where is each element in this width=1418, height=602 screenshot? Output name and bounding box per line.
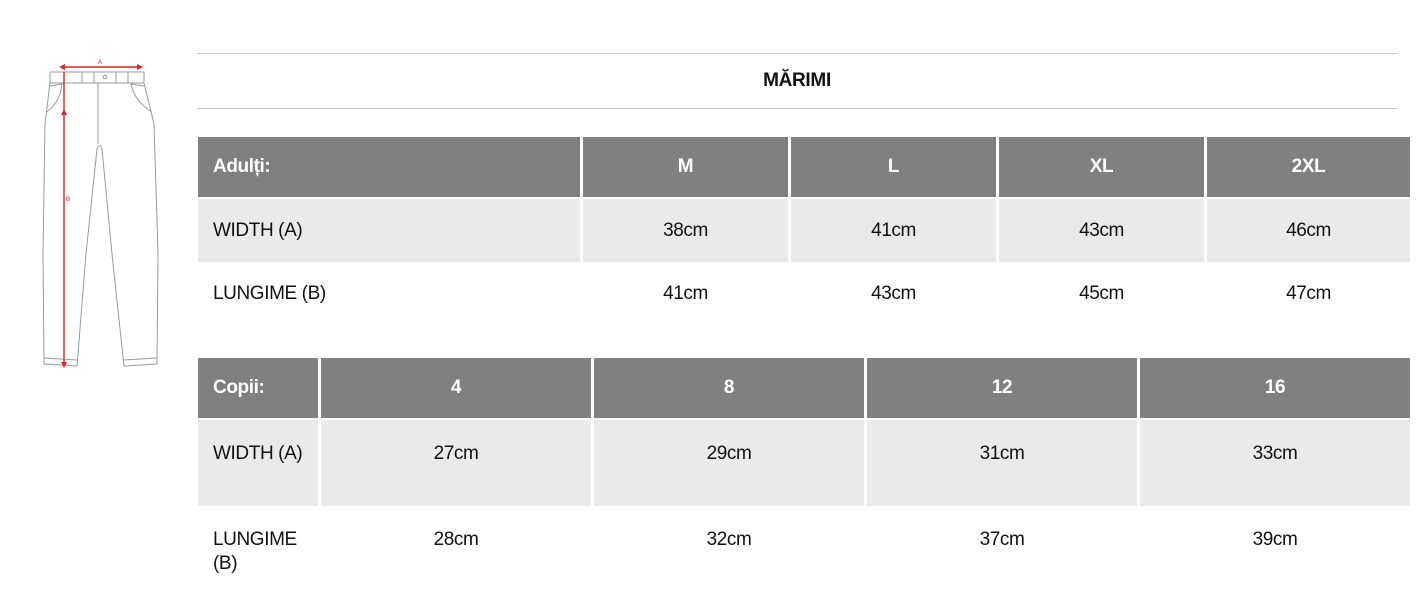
children-header-label: Copii: <box>198 358 318 420</box>
table-cell: 28cm <box>433 529 479 550</box>
table-cell: 43cm <box>999 199 1204 262</box>
table-cell: 37cm <box>979 529 1025 550</box>
table-row: WIDTH (A) 27cm 29cm 31cm 33cm <box>198 420 1410 506</box>
row-label: WIDTH (A) <box>198 199 580 262</box>
children-size-header: 8 <box>594 358 864 420</box>
table-row: LUNGIME (B) 28cm 32cm 37cm 39cm <box>198 506 1410 590</box>
adult-header-row: Adulți: M L XL 2XL <box>198 137 1410 199</box>
table-cell: 45cm <box>1079 282 1124 304</box>
table-cell: 47cm <box>1286 282 1331 304</box>
children-header-row: Copii: 4 8 12 16 <box>198 358 1410 420</box>
adult-header-label: Adulți: <box>198 137 580 199</box>
table-cell: 27cm <box>321 420 591 506</box>
adult-size-header: L <box>791 137 996 199</box>
adult-size-header: M <box>583 137 788 199</box>
table-cell: 41cm <box>663 282 708 304</box>
table-row: WIDTH (A) 38cm 41cm 43cm 46cm <box>198 199 1410 262</box>
page-title: MĂRIMI <box>197 53 1397 109</box>
children-size-header: 16 <box>1140 358 1410 420</box>
table-cell: 46cm <box>1207 199 1410 262</box>
table-cell: 33cm <box>1140 420 1410 506</box>
table-cell: 43cm <box>871 282 916 304</box>
table-cell: 31cm <box>867 420 1137 506</box>
children-size-header: 12 <box>867 358 1137 420</box>
table-cell: 41cm <box>791 199 996 262</box>
pants-measurement-diagram: A B <box>42 60 159 368</box>
row-label: LUNGIME (B) <box>213 529 297 574</box>
row-label: WIDTH (A) <box>198 420 318 506</box>
table-cell: 39cm <box>1252 529 1298 550</box>
table-cell: 29cm <box>594 420 864 506</box>
row-label: LUNGIME (B) <box>213 282 326 304</box>
table-cell: 38cm <box>583 199 788 262</box>
children-size-table: Copii: 4 8 12 16 WIDTH (A) 27cm 29cm 31c… <box>195 358 1413 590</box>
measure-label-a: A <box>98 60 102 66</box>
children-size-header: 4 <box>321 358 591 420</box>
adult-size-header: 2XL <box>1207 137 1410 199</box>
adult-size-table: Adulți: M L XL 2XL WIDTH (A) 38cm 41cm 4… <box>195 137 1413 325</box>
measure-label-b: B <box>66 197 70 203</box>
table-cell: 32cm <box>706 529 752 550</box>
adult-size-header: XL <box>999 137 1204 199</box>
table-row: LUNGIME (B) 41cm 43cm 45cm 47cm <box>198 262 1410 325</box>
